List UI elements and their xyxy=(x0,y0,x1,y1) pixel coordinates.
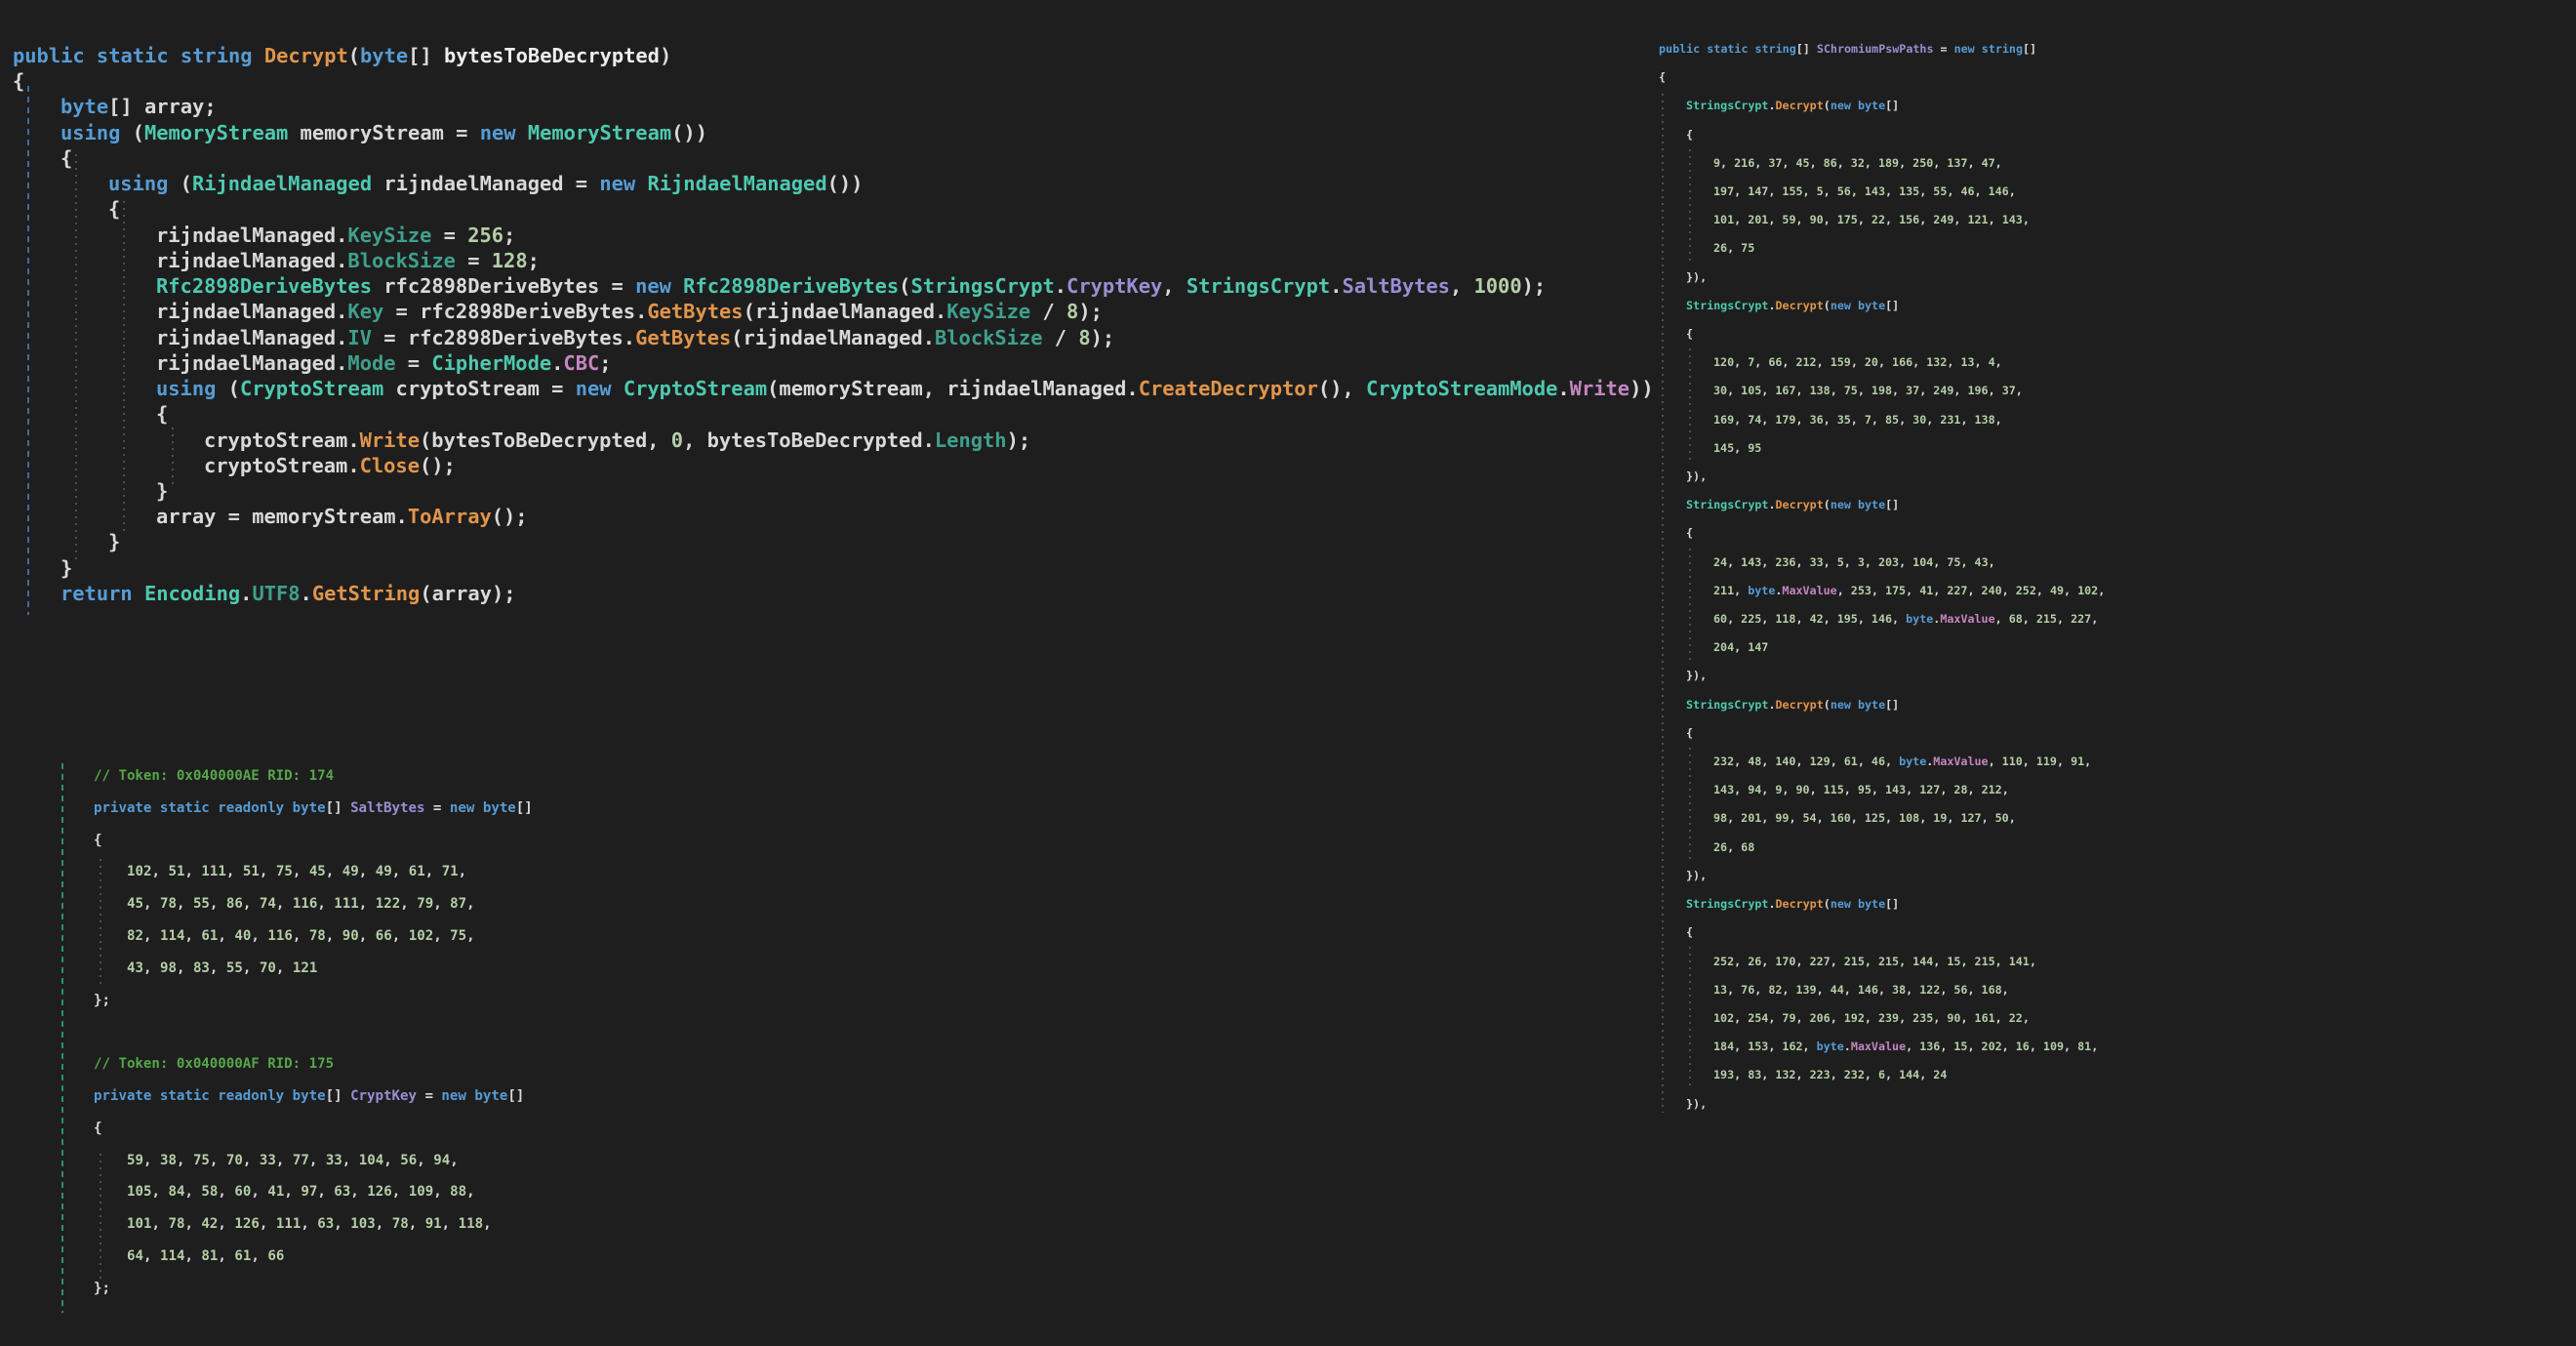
code-line: StringsCrypt.Decrypt(new byte[] xyxy=(1659,691,2105,719)
code-line: 98, 201, 99, 54, 160, 125, 108, 19, 127,… xyxy=(1659,804,2105,833)
code-line: using (CryptoStream cryptoStream = new C… xyxy=(13,376,1654,401)
code-line: 101, 78, 42, 126, 111, 63, 103, 78, 91, … xyxy=(94,1208,533,1241)
code-line: rijndaelManaged.Key = rfc2898DeriveBytes… xyxy=(13,299,1654,324)
code-line: 26, 75 xyxy=(1659,234,2105,263)
code-line: } xyxy=(13,478,1654,504)
code-line xyxy=(94,1016,533,1048)
code-line: 102, 51, 111, 51, 75, 45, 49, 49, 61, 71… xyxy=(94,856,533,888)
code-line: rijndaelManaged.KeySize = 256; xyxy=(13,223,1654,248)
code-line: { xyxy=(1659,719,2105,748)
code-line: rijndaelManaged.BlockSize = 128; xyxy=(13,248,1654,273)
code-line: 101, 201, 59, 90, 175, 22, 156, 249, 121… xyxy=(1659,206,2105,234)
code-line: 82, 114, 61, 40, 116, 78, 90, 66, 102, 7… xyxy=(94,920,533,953)
code-line: 59, 38, 75, 70, 33, 77, 33, 104, 56, 94, xyxy=(94,1145,533,1177)
code-line: public static string[] SChromiumPswPaths… xyxy=(1659,35,2105,63)
code-line: }), xyxy=(1659,862,2105,890)
code-line: { xyxy=(1659,320,2105,348)
code-line: { xyxy=(13,68,1654,94)
code-line: }), xyxy=(1659,463,2105,491)
code-line: { xyxy=(1659,519,2105,548)
code-line: 184, 153, 162, byte.MaxValue, 136, 15, 2… xyxy=(1659,1033,2105,1061)
code-line: { xyxy=(13,401,1654,427)
code-line: }; xyxy=(94,985,533,1017)
indent-guide xyxy=(27,86,29,615)
code-line: using (RijndaelManaged rijndaelManaged =… xyxy=(13,171,1654,196)
code-line: }), xyxy=(1659,264,2105,292)
code-line: { xyxy=(94,825,533,857)
code-line: 197, 147, 155, 5, 56, 143, 135, 55, 46, … xyxy=(1659,178,2105,206)
code-line: rijndaelManaged.IV = rfc2898DeriveBytes.… xyxy=(13,325,1654,350)
indent-guide xyxy=(172,428,174,488)
decompiler-screenshot: { "app": { "kind": "dotnet-decompiler-co… xyxy=(0,0,2576,1346)
indent-guide xyxy=(1689,549,1691,663)
code-panel-decrypt-method[interactable]: public static string Decrypt(byte[] byte… xyxy=(13,43,1654,606)
code-line: 193, 83, 132, 223, 232, 6, 144, 24 xyxy=(1659,1061,2105,1089)
code-line: StringsCrypt.Decrypt(new byte[] xyxy=(1659,292,2105,320)
code-panel-salt-and-key-fields[interactable]: // Token: 0x040000AE RID: 174private sta… xyxy=(94,760,533,1305)
code-line: private static readonly byte[] CryptKey … xyxy=(94,1081,533,1113)
code-line: 64, 114, 81, 61, 66 xyxy=(94,1241,533,1273)
code-line: 13, 76, 82, 139, 44, 146, 38, 122, 56, 1… xyxy=(1659,976,2105,1004)
code-line: 60, 225, 118, 42, 195, 146, byte.MaxValu… xyxy=(1659,605,2105,633)
code-line: } xyxy=(13,555,1654,581)
code-line: { xyxy=(13,145,1654,171)
code-line: }), xyxy=(1659,1090,2105,1119)
code-line: private static readonly byte[] SaltBytes… xyxy=(94,793,533,825)
code-line: 26, 68 xyxy=(1659,834,2105,862)
code-line: StringsCrypt.Decrypt(new byte[] xyxy=(1659,890,2105,918)
code-line: 30, 105, 167, 138, 75, 198, 37, 249, 196… xyxy=(1659,377,2105,405)
code-line: }; xyxy=(94,1273,533,1305)
decompiler-code-view: public static string Decrypt(byte[] byte… xyxy=(0,0,2576,1346)
code-line: 252, 26, 170, 227, 215, 215, 144, 15, 21… xyxy=(1659,948,2105,976)
code-line: Rfc2898DeriveBytes rfc2898DeriveBytes = … xyxy=(13,273,1654,299)
code-line: 204, 147 xyxy=(1659,633,2105,662)
code-line: cryptoStream.Close(); xyxy=(13,453,1654,478)
indent-guide xyxy=(1689,149,1691,264)
code-line: 169, 74, 179, 36, 35, 7, 85, 30, 231, 13… xyxy=(1659,406,2105,434)
indent-guide xyxy=(1689,348,1691,463)
code-line: 145, 95 xyxy=(1659,434,2105,463)
code-line: public static string Decrypt(byte[] byte… xyxy=(13,43,1654,68)
indent-guide xyxy=(1662,94,1664,1113)
code-line: 24, 143, 236, 33, 5, 3, 203, 104, 75, 43… xyxy=(1659,549,2105,577)
code-line: 120, 7, 66, 212, 159, 20, 166, 132, 13, … xyxy=(1659,348,2105,377)
code-line: using (MemoryStream memoryStream = new M… xyxy=(13,120,1654,145)
indent-guide xyxy=(1689,748,1691,862)
code-line: cryptoStream.Write(bytesToBeDecrypted, 0… xyxy=(13,428,1654,453)
code-line: { xyxy=(1659,121,2105,149)
code-line: 211, byte.MaxValue, 253, 175, 41, 227, 2… xyxy=(1659,577,2105,605)
indent-guide xyxy=(61,763,63,1313)
code-line: byte[] array; xyxy=(13,94,1654,119)
code-line: 43, 98, 83, 55, 70, 121 xyxy=(94,953,533,985)
code-line: StringsCrypt.Decrypt(new byte[] xyxy=(1659,491,2105,519)
code-line: 102, 254, 79, 206, 192, 239, 235, 90, 16… xyxy=(1659,1004,2105,1033)
code-line: 232, 48, 140, 129, 61, 46, byte.MaxValue… xyxy=(1659,748,2105,776)
code-line: { xyxy=(1659,918,2105,947)
code-line: rijndaelManaged.Mode = CipherMode.CBC; xyxy=(13,350,1654,376)
indent-guide xyxy=(100,1154,101,1281)
code-line: { xyxy=(94,1113,533,1145)
indent-guide xyxy=(100,859,101,984)
code-line: } xyxy=(13,529,1654,554)
indent-guide xyxy=(1689,947,1691,1089)
code-line: return Encoding.UTF8.GetString(array); xyxy=(13,581,1654,606)
code-line: 9, 216, 37, 45, 86, 32, 189, 250, 137, 4… xyxy=(1659,149,2105,178)
code-line: 45, 78, 55, 86, 74, 116, 111, 122, 79, 8… xyxy=(94,888,533,920)
code-line: StringsCrypt.Decrypt(new byte[] xyxy=(1659,92,2105,120)
code-line: { xyxy=(13,196,1654,222)
code-line: array = memoryStream.ToArray(); xyxy=(13,504,1654,529)
code-line: // Token: 0x040000AF RID: 175 xyxy=(94,1048,533,1081)
code-panel-chromium-psw-paths[interactable]: public static string[] SChromiumPswPaths… xyxy=(1659,35,2105,1119)
indent-guide xyxy=(75,154,77,560)
code-line: 143, 94, 9, 90, 115, 95, 143, 127, 28, 2… xyxy=(1659,776,2105,804)
code-line: 105, 84, 58, 60, 41, 97, 63, 126, 109, 8… xyxy=(94,1176,533,1208)
indent-guide xyxy=(123,201,125,535)
code-line: }), xyxy=(1659,662,2105,690)
code-line: { xyxy=(1659,63,2105,92)
code-line: // Token: 0x040000AE RID: 174 xyxy=(94,760,533,793)
